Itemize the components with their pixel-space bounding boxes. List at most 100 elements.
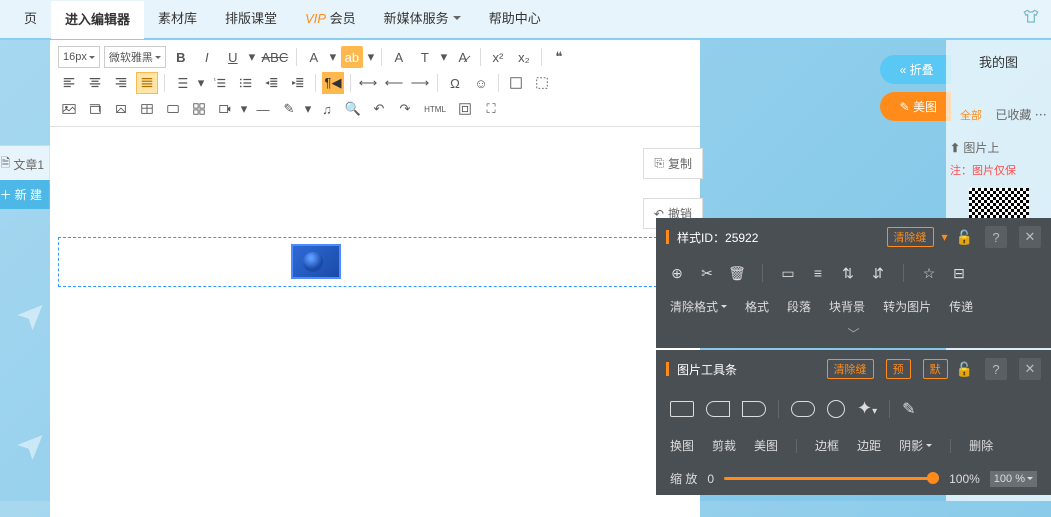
font-color-dropdown[interactable]: ▾ <box>329 46 337 68</box>
shape-half-left[interactable] <box>706 401 730 417</box>
clear-format-option[interactable]: 清除格式 <box>670 298 727 315</box>
eyedropper-icon[interactable]: ✎ <box>902 399 915 419</box>
spacing-btn-3[interactable]: ⟶ <box>409 72 431 94</box>
bold-button[interactable]: B <box>170 46 192 68</box>
smile-button[interactable]: ☺ <box>470 72 492 94</box>
text-box-button[interactable]: A <box>388 46 410 68</box>
letter-spacing-button[interactable]: ⟷ <box>357 72 379 94</box>
unordered-list-button[interactable] <box>235 72 257 94</box>
italic-button[interactable]: I <box>196 46 218 68</box>
spacing-btn-2[interactable]: ⟵ <box>383 72 405 94</box>
cut-icon[interactable]: ✂ <box>696 262 718 284</box>
highlight-dropdown[interactable]: ▾ <box>367 46 375 68</box>
clear-gap-button[interactable]: 清除缝 <box>887 227 934 247</box>
omega-button[interactable]: Ω <box>444 72 466 94</box>
delete-option[interactable]: 删除 <box>969 437 993 454</box>
align-h-icon[interactable]: ▭ <box>777 262 799 284</box>
img-default[interactable]: 默 <box>923 359 948 379</box>
align-left-button[interactable] <box>58 72 80 94</box>
subscript-button[interactable]: x₂ <box>513 46 535 68</box>
nav-material[interactable]: 素材库 <box>144 0 211 38</box>
help-button[interactable]: ? <box>985 226 1007 248</box>
multi-image-button[interactable] <box>84 98 106 120</box>
nav-vip[interactable]: VIP 会员 <box>291 0 370 38</box>
extra-1-button[interactable] <box>505 72 527 94</box>
add-icon[interactable]: ⊕ <box>666 262 688 284</box>
img-preview[interactable]: 预 <box>886 359 911 379</box>
link-button[interactable] <box>110 98 132 120</box>
nav-help[interactable]: 帮助中心 <box>475 0 555 38</box>
underline-dropdown[interactable]: ▾ <box>248 46 256 68</box>
grid-button[interactable] <box>188 98 210 120</box>
upload-button[interactable]: ⬆ 图片上 <box>950 139 1047 156</box>
underline-button[interactable]: U <box>222 46 244 68</box>
superscript-button[interactable]: x² <box>487 46 509 68</box>
shape-half-right[interactable] <box>742 401 766 417</box>
margin-option[interactable]: 边距 <box>857 437 881 454</box>
sort-asc-icon[interactable]: ⇅ <box>837 262 859 284</box>
block-marker-button[interactable]: ¶◀ <box>322 72 344 94</box>
star-icon[interactable]: ☆ <box>918 262 940 284</box>
nav-editor[interactable]: 进入编辑器 <box>51 1 144 39</box>
nav-media[interactable]: 新媒体服务 <box>370 0 475 38</box>
undo-button[interactable]: ↶ <box>368 98 390 120</box>
paragraph-option[interactable]: 段落 <box>787 298 811 315</box>
shadow-option[interactable]: 阴影 <box>899 437 932 454</box>
line-height-button[interactable] <box>171 72 193 94</box>
expand-more[interactable]: ﹀ <box>656 323 1051 348</box>
tab-more[interactable]: ⋯ <box>1035 108 1047 122</box>
quote-button[interactable]: ❝ <box>548 46 570 68</box>
new-button[interactable]: ＋ 新 建 <box>0 180 50 209</box>
zoom-slider[interactable] <box>724 477 939 480</box>
zoom-value-select[interactable]: 100 % <box>990 471 1037 487</box>
search-button[interactable]: 🔍 <box>342 98 364 120</box>
expand-button[interactable]: ⛶ <box>480 98 502 120</box>
shape-star[interactable]: ✦▾ <box>857 398 877 419</box>
sort-desc-icon[interactable]: ⇵ <box>867 262 889 284</box>
zoom-thumb[interactable] <box>927 472 939 484</box>
highlight-button[interactable]: ab <box>341 46 363 68</box>
help-button[interactable]: ? <box>985 358 1007 380</box>
fullscreen-button[interactable] <box>454 98 476 120</box>
video-dropdown[interactable]: ▾ <box>240 98 248 120</box>
tab-all[interactable]: 全部 <box>952 103 990 127</box>
outdent-button[interactable] <box>261 72 283 94</box>
nav-layout[interactable]: 排版课堂 <box>211 0 291 38</box>
line-height-dropdown[interactable]: ▾ <box>197 72 205 94</box>
extra-2-button[interactable] <box>531 72 553 94</box>
shape-rect[interactable] <box>670 401 694 417</box>
image-button[interactable] <box>58 98 80 120</box>
ordered-list-button[interactable]: 1 <box>209 72 231 94</box>
format-option[interactable]: 格式 <box>745 298 769 315</box>
transfer-option[interactable]: 传递 <box>949 298 973 315</box>
crop-option[interactable]: 剪裁 <box>712 437 736 454</box>
close-button[interactable]: ✕ <box>1019 358 1041 380</box>
img-clear-gap[interactable]: 清除缝 <box>827 359 874 379</box>
copy-button[interactable]: ⎘ 复制 <box>643 148 703 179</box>
selection-frame[interactable] <box>58 237 692 287</box>
tag-dropdown[interactable]: ▾ <box>942 230 948 244</box>
close-button[interactable]: ✕ <box>1019 226 1041 248</box>
redo-button[interactable]: ↷ <box>394 98 416 120</box>
align-lines-icon[interactable]: ≡ <box>807 262 829 284</box>
align-right-button[interactable] <box>110 72 132 94</box>
music-button[interactable]: ♫ <box>316 98 338 120</box>
card-button[interactable] <box>162 98 184 120</box>
indent-button[interactable] <box>287 72 309 94</box>
nav-home[interactable]: 页 <box>10 0 51 38</box>
article-tab[interactable]: 🗎 文章1 <box>0 145 50 184</box>
font-family-select[interactable]: 微软雅黑 <box>104 46 166 68</box>
shape-round-rect[interactable] <box>791 401 815 417</box>
video-button[interactable] <box>214 98 236 120</box>
editor-canvas[interactable] <box>50 127 700 517</box>
selected-image[interactable] <box>291 244 341 279</box>
collapse-icon[interactable]: ⊟ <box>948 262 970 284</box>
html-button[interactable]: HTML <box>420 98 450 120</box>
fold-button[interactable]: « 折叠 <box>880 55 951 84</box>
beauty-option[interactable]: 美图 <box>754 437 778 454</box>
text-style-dropdown[interactable]: ▾ <box>440 46 448 68</box>
to-image-option[interactable]: 转为图片 <box>883 298 931 315</box>
align-center-button[interactable] <box>84 72 106 94</box>
lock-icon[interactable]: 🔓 <box>956 361 973 378</box>
align-justify-button[interactable] <box>136 72 158 94</box>
